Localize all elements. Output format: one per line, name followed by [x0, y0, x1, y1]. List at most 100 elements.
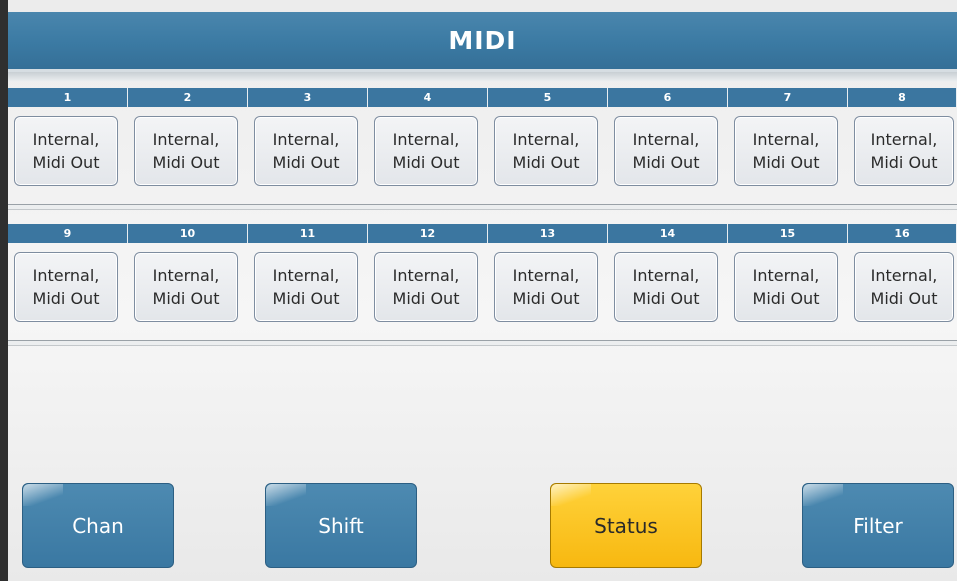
routing-line2: Midi Out — [870, 153, 938, 172]
channel-number: 13 — [488, 224, 608, 243]
routing-line2: Midi Out — [272, 289, 340, 308]
routing-line1: Internal, — [632, 130, 700, 149]
screen-frame-edge — [0, 0, 8, 581]
channel-number: 8 — [848, 88, 957, 107]
routing-line1: Internal, — [392, 266, 460, 285]
routing-line1: Internal, — [752, 130, 820, 149]
routing-line2: Midi Out — [272, 153, 340, 172]
channel-number: 9 — [8, 224, 128, 243]
button-gloss — [803, 484, 843, 506]
channel-5: 5 Internal, Midi Out — [488, 88, 608, 208]
filter-button-label: Filter — [853, 513, 903, 538]
routing-line2: Midi Out — [392, 289, 460, 308]
channel-6: 6 Internal, Midi Out — [608, 88, 728, 208]
channel-12-routing-button[interactable]: Internal, Midi Out — [374, 252, 478, 322]
routing-line2: Midi Out — [32, 289, 100, 308]
channel-14-routing-button[interactable]: Internal, Midi Out — [614, 252, 718, 322]
routing-line2: Midi Out — [632, 289, 700, 308]
channel-16-routing-button[interactable]: Internal, Midi Out — [854, 252, 954, 322]
channel-4: 4 Internal, Midi Out — [368, 88, 488, 208]
channel-number: 15 — [728, 224, 848, 243]
channel-10-routing-button[interactable]: Internal, Midi Out — [134, 252, 238, 322]
channel-16: 16 Internal, Midi Out — [848, 224, 957, 344]
channel-number: 2 — [128, 88, 248, 107]
channel-8: 8 Internal, Midi Out — [848, 88, 957, 208]
title-bar: MIDI — [8, 12, 957, 72]
routing-line1: Internal, — [272, 130, 340, 149]
routing-line1: Internal, — [512, 130, 580, 149]
routing-line1: Internal, — [152, 266, 220, 285]
channel-11-routing-button[interactable]: Internal, Midi Out — [254, 252, 358, 322]
channel-number: 14 — [608, 224, 728, 243]
status-button[interactable]: Status — [550, 483, 702, 568]
channel-15-routing-button[interactable]: Internal, Midi Out — [734, 252, 838, 322]
button-gloss — [23, 484, 63, 506]
channel-row-2: 9 Internal, Midi Out 10 Internal, Midi Out… — [8, 224, 957, 344]
routing-line2: Midi Out — [512, 153, 580, 172]
channel-number: 7 — [728, 88, 848, 107]
channel-3: 3 Internal, Midi Out — [248, 88, 368, 208]
routing-line2: Midi Out — [512, 289, 580, 308]
routing-line2: Midi Out — [152, 153, 220, 172]
channel-15: 15 Internal, Midi Out — [728, 224, 848, 344]
channel-14: 14 Internal, Midi Out — [608, 224, 728, 344]
channel-4-routing-button[interactable]: Internal, Midi Out — [374, 116, 478, 186]
channel-1: 1 Internal, Midi Out — [8, 88, 128, 208]
channel-9: 9 Internal, Midi Out — [8, 224, 128, 344]
routing-line2: Midi Out — [752, 289, 820, 308]
routing-line2: Midi Out — [152, 289, 220, 308]
channel-number: 5 — [488, 88, 608, 107]
routing-line1: Internal, — [272, 266, 340, 285]
row-divider — [8, 340, 957, 346]
row-divider — [8, 204, 957, 210]
channel-number: 3 — [248, 88, 368, 107]
filter-button[interactable]: Filter — [802, 483, 954, 568]
routing-line1: Internal, — [632, 266, 700, 285]
routing-line2: Midi Out — [870, 289, 938, 308]
routing-line1: Internal, — [32, 130, 100, 149]
channel-number: 4 — [368, 88, 488, 107]
channel-7: 7 Internal, Midi Out — [728, 88, 848, 208]
channel-number: 16 — [848, 224, 957, 243]
channel-2: 2 Internal, Midi Out — [128, 88, 248, 208]
shift-button[interactable]: Shift — [265, 483, 417, 568]
channel-2-routing-button[interactable]: Internal, Midi Out — [134, 116, 238, 186]
channel-12: 12 Internal, Midi Out — [368, 224, 488, 344]
chan-button-label: Chan — [72, 513, 124, 538]
routing-line1: Internal, — [32, 266, 100, 285]
page-title: MIDI — [448, 26, 517, 55]
shift-button-label: Shift — [318, 513, 364, 538]
channel-number: 10 — [128, 224, 248, 243]
channel-6-routing-button[interactable]: Internal, Midi Out — [614, 116, 718, 186]
routing-line1: Internal, — [752, 266, 820, 285]
routing-line1: Internal, — [152, 130, 220, 149]
channel-number: 12 — [368, 224, 488, 243]
routing-line2: Midi Out — [632, 153, 700, 172]
channel-number: 6 — [608, 88, 728, 107]
channel-number: 11 — [248, 224, 368, 243]
channel-9-routing-button[interactable]: Internal, Midi Out — [14, 252, 118, 322]
routing-line2: Midi Out — [32, 153, 100, 172]
channel-1-routing-button[interactable]: Internal, Midi Out — [14, 116, 118, 186]
channel-7-routing-button[interactable]: Internal, Midi Out — [734, 116, 838, 186]
routing-line1: Internal, — [392, 130, 460, 149]
channel-row-1: 1 Internal, Midi Out 2 Internal, Midi Out … — [8, 88, 957, 208]
channel-13-routing-button[interactable]: Internal, Midi Out — [494, 252, 598, 322]
channel-10: 10 Internal, Midi Out — [128, 224, 248, 344]
routing-line1: Internal, — [512, 266, 580, 285]
channel-8-routing-button[interactable]: Internal, Midi Out — [854, 116, 954, 186]
channel-5-routing-button[interactable]: Internal, Midi Out — [494, 116, 598, 186]
channel-number: 1 — [8, 88, 128, 107]
routing-line2: Midi Out — [392, 153, 460, 172]
status-button-label: Status — [594, 513, 658, 538]
button-gloss — [266, 484, 306, 506]
channel-11: 11 Internal, Midi Out — [248, 224, 368, 344]
channel-13: 13 Internal, Midi Out — [488, 224, 608, 344]
button-gloss — [551, 484, 591, 506]
routing-line1: Internal, — [870, 266, 938, 285]
chan-button[interactable]: Chan — [22, 483, 174, 568]
routing-line1: Internal, — [870, 130, 938, 149]
routing-line2: Midi Out — [752, 153, 820, 172]
channel-3-routing-button[interactable]: Internal, Midi Out — [254, 116, 358, 186]
title-divider — [8, 72, 957, 82]
